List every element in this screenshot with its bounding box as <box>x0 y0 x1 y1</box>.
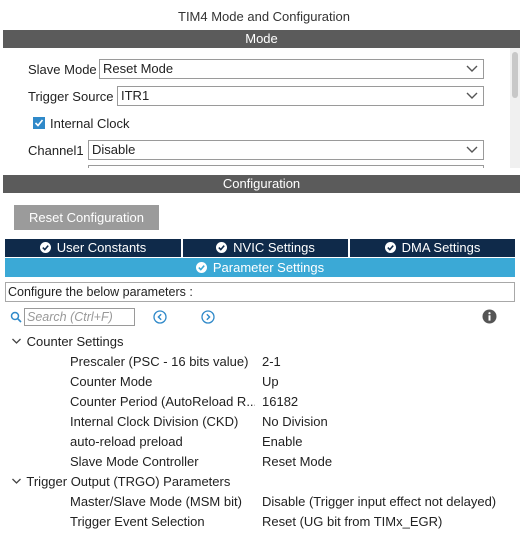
tab-label: User Constants <box>56 240 147 255</box>
info-icon[interactable] <box>482 309 497 324</box>
param-counter-mode-name: Counter Mode <box>70 374 153 389</box>
collapse-arrow-icon <box>12 338 21 344</box>
channel1-select[interactable]: Disable <box>88 140 484 160</box>
slave-mode-value: Reset Mode <box>103 61 174 76</box>
mode-scrollbar-thumb[interactable] <box>512 52 518 98</box>
param-counter-period-value[interactable]: 16182 <box>262 394 298 409</box>
param-prescaler-value[interactable]: 2-1 <box>262 354 281 369</box>
param-clock-division-name: Internal Clock Division (CKD) <box>70 414 239 429</box>
configuration-section-header[interactable]: Configuration <box>3 175 520 193</box>
tab-user-constants[interactable]: User Constants <box>5 239 181 257</box>
param-slave-mode-controller-name: Slave Mode Controller <box>70 454 199 469</box>
mode-panel: Slave Mode Reset Mode Trigger Source ITR… <box>3 48 520 168</box>
mode-section-header[interactable]: Mode <box>3 30 520 48</box>
param-msm-name: Master/Slave Mode (MSM bit) <box>70 494 242 509</box>
group-label: Counter Settings <box>26 334 124 349</box>
param-clock-division-value[interactable]: No Division <box>262 414 328 429</box>
checkbox-checked-icon <box>34 119 44 127</box>
tab-label: Parameter Settings <box>212 260 325 275</box>
arrow-right-circle-icon[interactable] <box>201 310 215 324</box>
check-circle-icon <box>195 262 207 273</box>
search-input[interactable] <box>24 308 135 326</box>
slave-mode-select[interactable]: Reset Mode <box>99 59 484 79</box>
window-title: TIM4 Mode and Configuration <box>178 9 350 24</box>
chevron-down-icon <box>466 65 478 72</box>
pane-splitter[interactable] <box>0 168 528 175</box>
check-circle-icon <box>39 242 51 253</box>
param-slave-mode-controller-value[interactable]: Reset Mode <box>262 454 332 469</box>
param-msm-value[interactable]: Disable (Trigger input effect not delaye… <box>262 494 496 509</box>
tab-nvic-settings[interactable]: NVIC Settings <box>183 239 348 257</box>
check-circle-icon <box>216 242 228 253</box>
parameters-description: Configure the below parameters : <box>5 282 515 302</box>
channel1-label: Channel1 <box>28 143 84 158</box>
slave-mode-label: Slave Mode <box>28 62 97 77</box>
tab-label: DMA Settings <box>401 240 481 255</box>
chevron-down-icon <box>466 146 478 153</box>
chevron-down-icon <box>466 92 478 99</box>
collapse-arrow-icon <box>12 478 21 484</box>
trigger-source-label: Trigger Source <box>28 89 114 104</box>
tab-dma-settings[interactable]: DMA Settings <box>350 239 515 257</box>
param-counter-mode-value[interactable]: Up <box>262 374 279 389</box>
param-auto-reload-value[interactable]: Enable <box>262 434 302 449</box>
param-trigger-event-value[interactable]: Reset (UG bit from TIMx_EGR) <box>262 514 442 529</box>
group-counter-settings[interactable]: Counter Settings <box>11 334 123 349</box>
search-icon <box>10 311 22 323</box>
internal-clock-checkbox[interactable] <box>33 117 45 129</box>
channel1-value: Disable <box>92 142 136 157</box>
param-prescaler-name: Prescaler (PSC - 16 bits value) <box>70 354 249 369</box>
trigger-source-select[interactable]: ITR1 <box>117 86 484 106</box>
trigger-source-value: ITR1 <box>121 88 150 103</box>
group-label: Trigger Output (TRGO) Parameters <box>26 474 231 489</box>
param-counter-period-name: Counter Period (AutoReload R... <box>70 394 255 409</box>
param-trigger-event-name: Trigger Event Selection <box>70 514 205 529</box>
arrow-left-circle-icon[interactable] <box>153 310 167 324</box>
tab-label: NVIC Settings <box>233 240 315 255</box>
group-trigger-output[interactable]: Trigger Output (TRGO) Parameters <box>11 474 230 489</box>
internal-clock-label: Internal Clock <box>50 116 130 131</box>
check-circle-icon <box>384 242 396 253</box>
param-auto-reload-name: auto-reload preload <box>70 434 183 449</box>
reset-configuration-button[interactable]: Reset Configuration <box>14 205 159 230</box>
tab-parameter-settings[interactable]: Parameter Settings <box>5 258 515 277</box>
